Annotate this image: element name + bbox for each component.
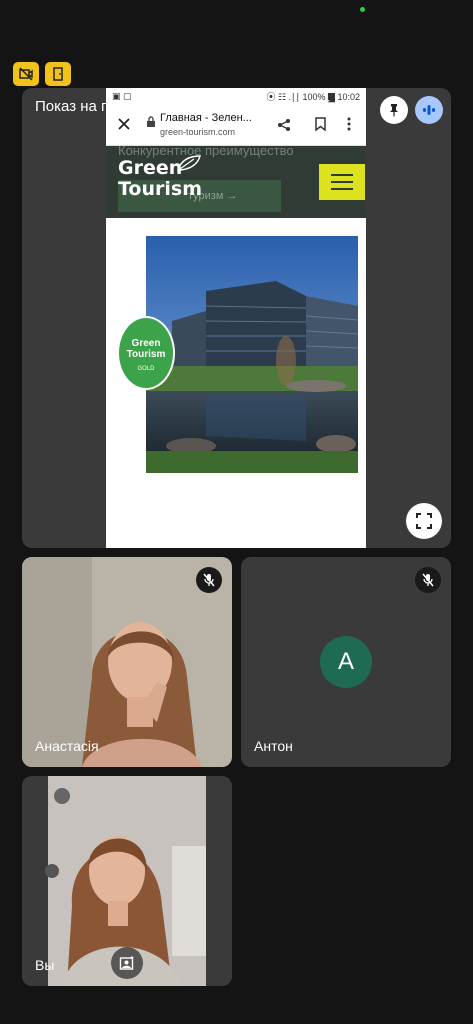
audio-level-icon <box>423 105 435 115</box>
avatar: A <box>320 636 372 688</box>
close-tab-icon[interactable] <box>118 118 130 130</box>
leaf-icon <box>176 155 201 171</box>
site-logo: Green Tourism <box>118 155 203 200</box>
menu-line <box>331 181 353 183</box>
screen-share-title: Показ на главном экране: Вікторія Анатол… <box>35 98 343 115</box>
audio-level-button[interactable] <box>415 96 443 124</box>
pin-icon <box>390 104 398 117</box>
hotel-photo <box>146 236 358 473</box>
shared-phone-screen: ▣ ▢ ⦿ ☷ .∣∣ 100% ▇ 10:02 Главная - Зелен… <box>106 88 366 548</box>
badge-line-2: Tourism <box>126 349 166 360</box>
share-icon[interactable] <box>277 118 291 132</box>
image-effects-icon <box>119 955 134 970</box>
participant-name: Антон <box>254 738 293 754</box>
site-menu-button[interactable] <box>319 164 365 200</box>
menu-line <box>331 174 353 176</box>
url-text: green-tourism.com <box>160 127 236 137</box>
green-tourism-gold-badge: Green Tourism GOLD <box>117 316 175 390</box>
participant-tile-anastasia[interactable]: Анастасія <box>22 557 232 767</box>
menu-line <box>331 188 353 190</box>
logo-line-2: Tourism <box>118 178 203 200</box>
lock-icon <box>147 116 155 127</box>
visual-effects-button[interactable] <box>111 947 143 979</box>
no-video-badge-icon <box>19 67 33 81</box>
muted-indicator <box>196 567 222 593</box>
mic-off-icon <box>203 573 215 587</box>
fullscreen-icon <box>416 513 432 529</box>
participant-tile-anton[interactable]: A Антон <box>241 557 451 767</box>
banner-heading: Конкурентное преимущество <box>118 143 294 158</box>
camera-indicator-dot <box>360 7 365 12</box>
fullscreen-button[interactable] <box>406 503 442 539</box>
participant-name: Вы <box>35 957 55 973</box>
pin-button[interactable] <box>380 96 408 124</box>
bookmark-icon[interactable] <box>315 117 326 131</box>
badge-gold-label: GOLD <box>137 366 155 372</box>
more-vert-icon[interactable] <box>347 117 351 131</box>
no-video-badge[interactable] <box>13 62 39 86</box>
door-exit-badge[interactable] <box>45 62 71 86</box>
participant-name: Анастасія <box>35 738 99 754</box>
self-view-tile[interactable]: Вы <box>22 776 232 986</box>
badge-line-1: Green <box>131 338 161 349</box>
door-exit-badge-icon <box>53 67 63 81</box>
muted-indicator <box>415 567 441 593</box>
mic-off-icon <box>422 573 434 587</box>
hotel-building-image <box>146 236 358 473</box>
